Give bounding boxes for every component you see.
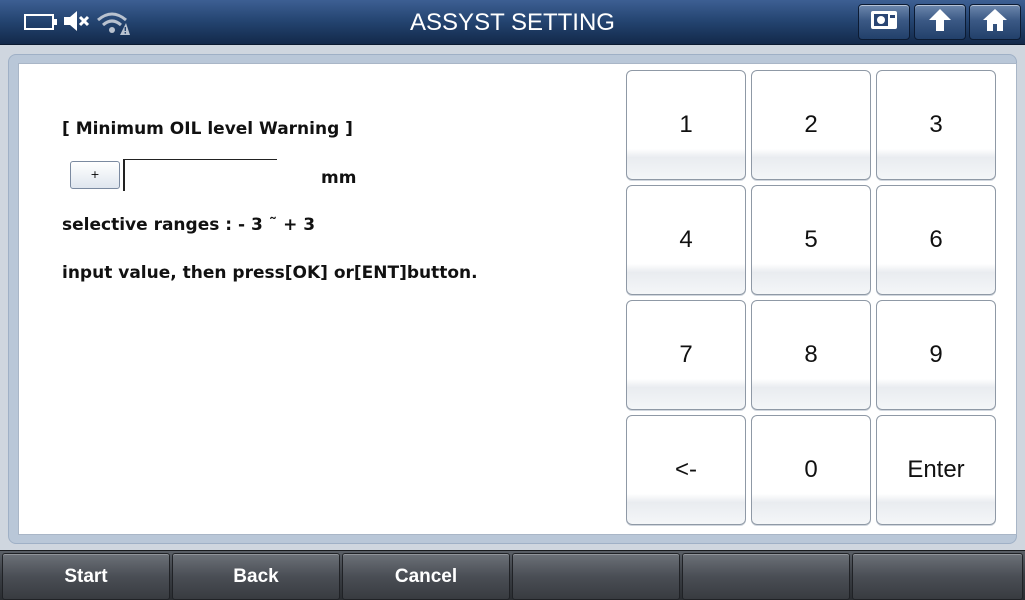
key-7[interactable]: 7 (626, 300, 746, 410)
cancel-button[interactable]: Cancel (342, 553, 510, 600)
upload-button[interactable] (914, 4, 966, 40)
instruction-text: input value, then press[OK] or[ENT]butto… (62, 263, 478, 283)
setting-heading: [ Minimum OIL level Warning ] (62, 119, 353, 139)
key-3[interactable]: 3 (876, 70, 996, 180)
home-button[interactable] (969, 4, 1021, 40)
key-1[interactable]: 1 (626, 70, 746, 180)
screenshot-icon (869, 8, 899, 36)
value-input[interactable] (123, 159, 277, 191)
key-2[interactable]: 2 (751, 70, 871, 180)
unit-label: mm (321, 168, 357, 188)
upload-icon (927, 7, 953, 37)
footer-button-4[interactable] (512, 553, 680, 600)
footer-button-6[interactable] (852, 553, 1023, 600)
footer-button-5[interactable] (682, 553, 850, 600)
screenshot-button[interactable] (858, 4, 910, 40)
key-6[interactable]: 6 (876, 185, 996, 295)
key-enter[interactable]: Enter (876, 415, 996, 525)
range-text: selective ranges : - 3 ˜ + 3 (62, 215, 316, 235)
sign-toggle-button[interactable]: + (70, 161, 120, 189)
key-5[interactable]: 5 (751, 185, 871, 295)
home-icon (982, 7, 1008, 37)
key-9[interactable]: 9 (876, 300, 996, 410)
key-0[interactable]: 0 (751, 415, 871, 525)
key-4[interactable]: 4 (626, 185, 746, 295)
back-button[interactable]: Back (172, 553, 340, 600)
key-backspace[interactable]: <- (626, 415, 746, 525)
start-button[interactable]: Start (2, 553, 170, 600)
key-8[interactable]: 8 (751, 300, 871, 410)
